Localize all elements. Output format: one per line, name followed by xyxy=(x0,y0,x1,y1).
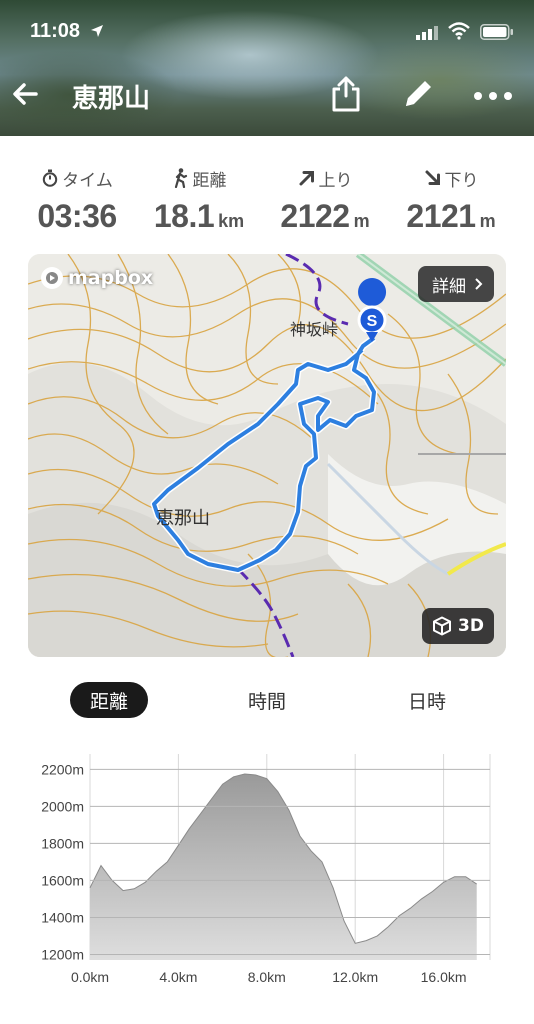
mapbox-logo-icon xyxy=(41,267,63,289)
arrow-down-right-icon xyxy=(425,170,440,185)
x-tick-label: 0.0km xyxy=(71,969,109,985)
map-detail-button[interactable]: 詳細 xyxy=(418,266,494,302)
y-tick-label: 1600m xyxy=(41,872,84,888)
x-tick-label: 4.0km xyxy=(159,969,197,985)
map-label-pass: 神坂峠 xyxy=(290,320,339,339)
stat-label: タイム xyxy=(62,170,113,191)
page-title: 恵那山 xyxy=(72,84,151,114)
location-arrow-icon xyxy=(91,25,103,37)
stat-value: 2122 xyxy=(280,198,350,234)
x-tick-label: 12.0km xyxy=(332,969,378,985)
map-3d-button[interactable]: 3D xyxy=(422,608,494,644)
y-tick-label: 2200m xyxy=(41,761,84,777)
stat-time: タイム 03:36 xyxy=(12,164,142,235)
detail-button-label: 詳細 xyxy=(432,276,466,297)
cellular-signal-icon xyxy=(416,26,438,40)
stat-label: 下り xyxy=(444,170,479,191)
route-map[interactable]: S 神坂峠 恵那山 mapbox 詳細 3D xyxy=(28,254,506,657)
chevron-right-icon xyxy=(475,278,483,290)
stat-unit: m xyxy=(353,211,370,231)
x-tick-label: 8.0km xyxy=(248,969,286,985)
mapbox-logo-text: mapbox xyxy=(68,267,154,289)
stat-unit: km xyxy=(218,211,245,231)
map-label-peak: 恵那山 xyxy=(156,508,210,529)
stat-value: 03:36 xyxy=(37,198,117,234)
share-icon[interactable] xyxy=(328,74,364,114)
hiker-icon xyxy=(174,168,187,188)
y-tick-label: 1800m xyxy=(41,835,84,851)
more-options-icon[interactable] xyxy=(472,88,514,104)
nav-bar: 恵那山 xyxy=(0,64,534,130)
wifi-icon xyxy=(448,22,470,40)
stopwatch-icon xyxy=(42,169,58,187)
tab-datetime[interactable]: 日時 xyxy=(388,682,466,718)
stat-distance: 距離 18.1 km xyxy=(134,164,264,235)
stats-row: タイム 03:36 距離 18.1 km 上り 2122 m 下り 2121 m xyxy=(0,164,534,244)
stat-value: 2121 xyxy=(406,198,476,234)
stat-ascent: 上り 2122 m xyxy=(260,164,390,235)
pencil-icon[interactable] xyxy=(400,76,436,112)
battery-icon xyxy=(480,24,513,40)
stat-value: 18.1 xyxy=(153,198,215,234)
3d-button-label: 3D xyxy=(458,616,484,636)
tab-distance[interactable]: 距離 xyxy=(70,682,148,718)
chart-mode-tabs: 距離 時間 日時 xyxy=(0,682,534,720)
arrow-up-right-icon xyxy=(299,171,314,186)
stat-label: 上り xyxy=(318,170,353,191)
svg-text:S: S xyxy=(367,313,378,330)
status-bar: 11:08 xyxy=(0,0,534,64)
status-time: 11:08 xyxy=(30,20,81,42)
back-arrow-icon[interactable] xyxy=(8,76,44,112)
tab-time[interactable]: 時間 xyxy=(228,682,306,718)
x-tick-label: 16.0km xyxy=(421,969,467,985)
topo-map: S xyxy=(28,254,506,657)
cube-icon xyxy=(433,616,452,636)
elevation-area xyxy=(90,774,477,960)
y-tick-label: 2000m xyxy=(41,798,84,814)
stat-descent: 下り 2121 m xyxy=(386,164,516,235)
elevation-chart[interactable]: 1200m 1400m 1600m 1800m 2000m 2200m 0.0km 4.0km… xyxy=(0,740,534,1024)
mapbox-logo: mapbox xyxy=(40,266,153,290)
y-tick-label: 1400m xyxy=(41,909,84,925)
y-tick-label: 1200m xyxy=(41,946,84,962)
stat-label: 距離 xyxy=(192,170,227,191)
header-background: 11:08 恵那山 xyxy=(0,0,534,136)
stat-unit: m xyxy=(479,211,496,231)
